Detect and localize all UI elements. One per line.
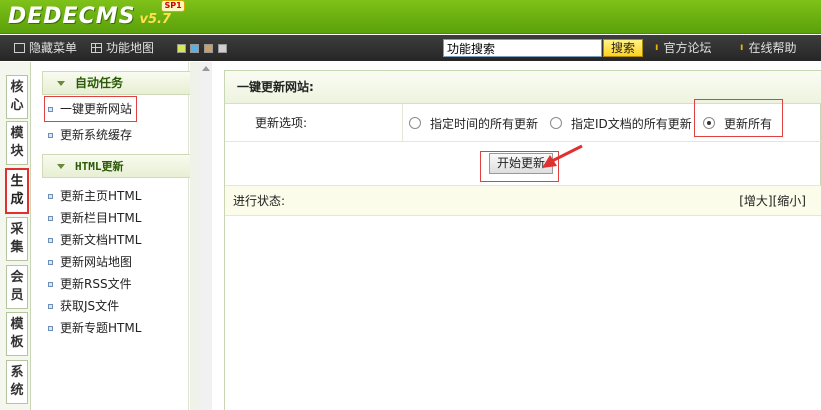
- bullet-icon: [48, 193, 53, 199]
- tab-label: 采集: [10, 222, 24, 255]
- sidebar-item-get-js[interactable]: 获取JS文件: [48, 296, 119, 316]
- section-title: HTML更新: [75, 160, 124, 173]
- tab-members[interactable]: 会员: [6, 265, 28, 309]
- collapse-arrow-icon: [57, 81, 65, 86]
- shrink-link[interactable]: [缩小]: [773, 194, 806, 208]
- sidebar: 自动任务 一键更新网站 更新系统缓存 HTML更新 更新主页HTML 更新栏目H…: [32, 62, 209, 410]
- module-tab-strip: 核心 模块 生成 采集 会员 模板 系统: [0, 62, 31, 410]
- collapse-arrow-icon: [57, 164, 65, 169]
- online-help-link[interactable]: ı 在线帮助: [740, 35, 796, 61]
- menu-label: 更新文档HTML: [60, 233, 142, 247]
- hide-menu-button[interactable]: 隐藏菜单: [14, 35, 77, 61]
- status-bar: 进行状态: [增大][缩小]: [225, 186, 821, 216]
- sidebar-item-update-category[interactable]: 更新栏目HTML: [48, 208, 141, 228]
- logo-text: DEDECMS: [8, 4, 136, 29]
- annotation-box-update-all: [694, 99, 783, 137]
- tab-label: 生成: [10, 174, 24, 207]
- status-label: 进行状态:: [233, 194, 286, 208]
- tab-label: 模板: [10, 317, 24, 350]
- menu-label: 更新系统缓存: [60, 128, 133, 142]
- official-forum-link[interactable]: ı 官方论坛: [655, 35, 711, 61]
- tab-collect[interactable]: 采集: [6, 217, 28, 261]
- bullet-icon: [48, 106, 53, 112]
- skin-swatch-blue[interactable]: [190, 44, 199, 53]
- menu-label: 更新主页HTML: [60, 189, 142, 203]
- signal-icon: ı: [655, 42, 659, 53]
- radio-id-updates[interactable]: 指定ID文档的所有更新: [550, 115, 692, 131]
- sidebar-item-update-topics[interactable]: 更新专题HTML: [48, 318, 141, 338]
- status-tools: [增大][缩小]: [739, 186, 806, 216]
- dedecms-logo: DEDECMS v5.7 SP1: [8, 0, 185, 30]
- sidebar-scrollbar[interactable]: [200, 62, 212, 410]
- bullet-icon: [48, 237, 53, 243]
- bullet-icon: [48, 215, 53, 221]
- sidebar-item-update-docs[interactable]: 更新文档HTML: [48, 230, 141, 250]
- section-header-html-update[interactable]: HTML更新: [42, 154, 191, 178]
- skin-swatch-brown[interactable]: [204, 44, 213, 53]
- hide-menu-label: 隐藏菜单: [29, 41, 78, 55]
- tab-label: 模块: [10, 126, 24, 159]
- function-map-button[interactable]: 功能地图: [91, 35, 154, 61]
- help-label: 在线帮助: [748, 41, 797, 55]
- update-options-label: 更新选项:: [255, 116, 308, 130]
- tab-label: 系统: [10, 365, 24, 398]
- annotation-arrow-icon: [542, 144, 583, 168]
- sidebar-item-update-home[interactable]: 更新主页HTML: [48, 186, 141, 206]
- bullet-icon: [48, 259, 53, 265]
- top-header: DEDECMS v5.7 SP1: [0, 0, 821, 34]
- bullet-icon: [48, 132, 53, 138]
- radio-label: 指定时间的所有更新: [430, 116, 539, 131]
- edition-badge: SP1: [161, 0, 185, 12]
- scroll-up-icon[interactable]: [202, 66, 210, 71]
- radio-time-updates[interactable]: 指定时间的所有更新: [409, 115, 538, 131]
- logo-version: v5.7 SP1: [139, 0, 185, 30]
- menu-label: 更新RSS文件: [60, 277, 132, 291]
- divider: [402, 104, 403, 142]
- sidebar-item-one-click-update[interactable]: 一键更新网站: [44, 96, 138, 122]
- bullet-icon: [48, 325, 53, 331]
- bullet-icon: [48, 281, 53, 287]
- section-header-auto-tasks[interactable]: 自动任务: [42, 71, 209, 95]
- version-label: v5.7: [139, 12, 171, 27]
- sidebar-item-update-sitemap[interactable]: 更新网站地图: [48, 252, 132, 272]
- tab-templates[interactable]: 模板: [6, 312, 28, 356]
- search-button[interactable]: 搜索: [603, 39, 643, 57]
- bullet-icon: [48, 303, 53, 309]
- function-search-input[interactable]: [443, 39, 602, 57]
- grid-icon: [91, 43, 102, 53]
- radio-label: 指定ID文档的所有更新: [571, 116, 692, 131]
- sidebar-item-update-cache[interactable]: 更新系统缓存: [48, 125, 132, 145]
- menu-icon: [14, 43, 25, 53]
- skin-swatch-gray[interactable]: [218, 44, 227, 53]
- signal-icon: ı: [740, 42, 744, 53]
- menu-label: 更新栏目HTML: [60, 211, 142, 225]
- tab-core[interactable]: 核心: [6, 75, 28, 119]
- tab-label: 会员: [10, 270, 24, 303]
- tab-generate[interactable]: 生成: [5, 168, 29, 214]
- section-title: 自动任务: [75, 76, 124, 90]
- menu-label: 更新专题HTML: [60, 321, 142, 335]
- menu-label: 一键更新网站: [60, 102, 133, 116]
- radio-icon: [550, 117, 562, 129]
- menu-label: 获取JS文件: [60, 299, 120, 313]
- enlarge-link[interactable]: [增大]: [739, 194, 772, 208]
- toolbar: 隐藏菜单 功能地图 搜索 ı 官方论坛 ı 在线帮助: [0, 35, 821, 61]
- function-map-label: 功能地图: [106, 41, 155, 55]
- radio-icon: [409, 117, 421, 129]
- sidebar-item-update-rss[interactable]: 更新RSS文件: [48, 274, 132, 294]
- forum-label: 官方论坛: [663, 41, 712, 55]
- status-output-area: [225, 216, 821, 410]
- menu-label: 更新网站地图: [60, 255, 133, 269]
- skin-swatch-green[interactable]: [177, 44, 186, 53]
- tab-modules[interactable]: 模块: [6, 121, 28, 165]
- tab-label: 核心: [10, 80, 24, 113]
- tab-system[interactable]: 系统: [6, 360, 28, 404]
